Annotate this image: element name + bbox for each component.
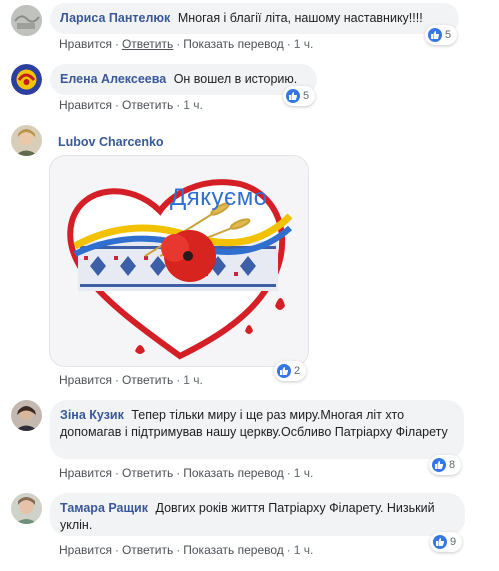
avatar-photo-icon (11, 125, 42, 156)
comment-actions: Нравится · Ответить · Показать перевод · 1 ч. (59, 37, 314, 51)
like-link[interactable]: Нравится (59, 466, 112, 480)
comment-bubble: Елена Алексеева Он вошел в историю. (50, 64, 317, 95)
reaction-number: 9 (450, 536, 457, 548)
avatar[interactable] (11, 400, 42, 431)
reaction-number: 2 (294, 365, 301, 377)
comment-actions: Нравится · Ответить · Показать перевод · 1 ч. (59, 466, 314, 480)
reply-link[interactable]: Ответить (122, 373, 173, 387)
like-link[interactable]: Нравится (59, 373, 112, 387)
reply-link[interactable]: Ответить (122, 98, 173, 112)
comment-text: Он вошел в историю. (173, 72, 298, 86)
thumbs-up-icon (432, 458, 446, 472)
reply-link[interactable]: Ответить (122, 37, 173, 51)
avatar[interactable] (11, 5, 42, 36)
translate-link[interactable]: Показать перевод (183, 37, 284, 51)
comment-bubble: Зіна Кузик Тепер тільки миру і ще раз ми… (50, 400, 464, 459)
reaction-number: 5 (445, 29, 452, 41)
comment-actions: Нравится · Ответить · 1 ч. (59, 373, 203, 387)
timestamp[interactable]: 1 ч. (294, 37, 314, 51)
comment-actions: Нравится · Ответить · 1 ч. (59, 98, 203, 112)
thumbs-up-icon (286, 89, 300, 103)
comment-author[interactable]: Lubov Charcenko (58, 135, 164, 149)
timestamp[interactable]: 1 ч. (183, 373, 203, 387)
reaction-count[interactable]: 5 (283, 86, 316, 106)
like-link[interactable]: Нравится (59, 37, 112, 51)
avatar-emblem-icon (11, 64, 42, 95)
comment-actions: Нравится · Ответить · Показать перевод · 1 ч. (59, 543, 314, 557)
avatar[interactable] (11, 125, 42, 156)
comment-author[interactable]: Елена Алексеева (60, 72, 166, 86)
reaction-number: 5 (303, 90, 310, 102)
timestamp[interactable]: 1 ч. (294, 543, 314, 557)
comment-text: Многая і благії літа, нашому наставнику!… (177, 11, 423, 25)
timestamp[interactable]: 1 ч. (183, 98, 203, 112)
thumbs-up-icon (428, 28, 442, 42)
thumbs-up-icon (433, 535, 447, 549)
comment-bubble: Тамара Ращик Довгих років життя Патріарх… (50, 493, 465, 536)
comment-author[interactable]: Тамара Ращик (60, 501, 148, 515)
like-link[interactable]: Нравится (59, 98, 112, 112)
avatar-photo-icon (11, 5, 42, 36)
comment-author[interactable]: Лариса Пантелюк (60, 11, 170, 25)
like-link[interactable]: Нравится (59, 543, 112, 557)
reaction-number: 8 (449, 459, 456, 471)
avatar-photo-icon (11, 400, 42, 431)
reaction-count[interactable]: 9 (430, 532, 463, 552)
reaction-count[interactable]: 5 (425, 25, 458, 45)
translate-link[interactable]: Показать перевод (183, 466, 284, 480)
thumbs-up-icon (277, 364, 291, 378)
comment-bubble: Лариса Пантелюк Многая і благії літа, на… (50, 3, 459, 34)
avatar[interactable] (11, 493, 42, 524)
reaction-count[interactable]: 8 (429, 455, 462, 475)
reply-link[interactable]: Ответить (122, 543, 173, 557)
comment-author[interactable]: Зіна Кузик (60, 408, 124, 422)
image-caption: Дякуємо (170, 184, 268, 211)
reaction-count[interactable]: 2 (274, 361, 307, 381)
comment-image[interactable]: Дякуємо (49, 155, 309, 367)
translate-link[interactable]: Показать перевод (183, 543, 284, 557)
reply-link[interactable]: Ответить (122, 466, 173, 480)
timestamp[interactable]: 1 ч. (294, 466, 314, 480)
avatar[interactable] (11, 64, 42, 95)
avatar-photo-icon (11, 493, 42, 524)
